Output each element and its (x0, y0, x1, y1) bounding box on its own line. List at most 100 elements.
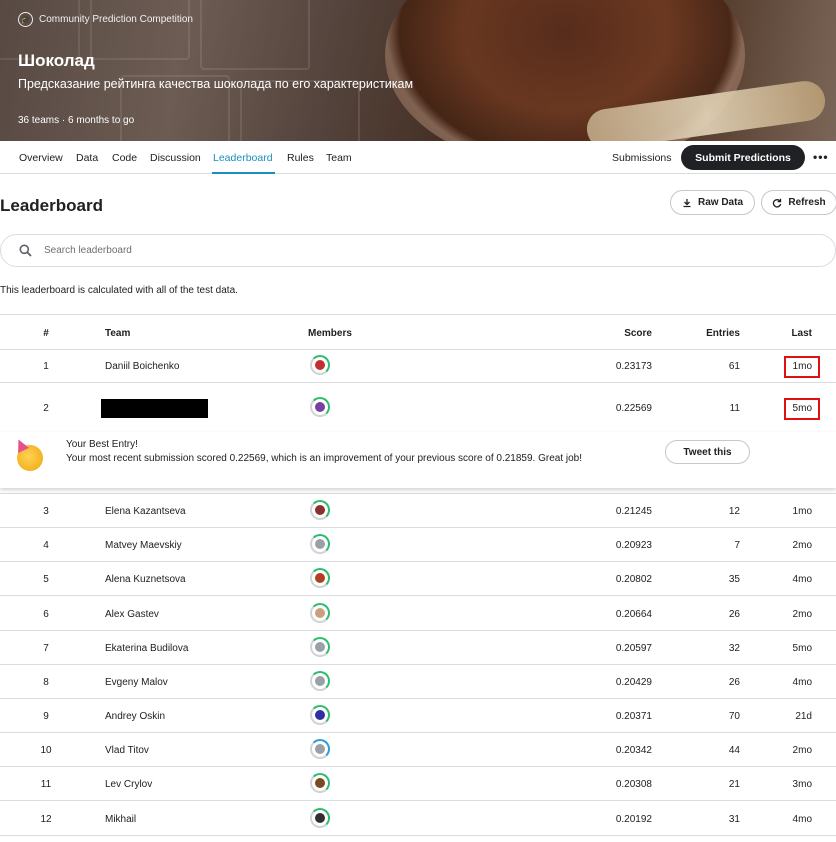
row-team-name[interactable]: Elena Kazantseva (105, 506, 186, 517)
table-row[interactable]: 1 Daniil Boichenko 0.23173 61 1mo (0, 349, 836, 383)
avatar[interactable] (310, 637, 330, 657)
row-team-name[interactable]: Lev Crylov (105, 779, 152, 790)
row-team-name[interactable]: Andrey Oskin (105, 711, 165, 722)
row-entries: 21 (728, 779, 740, 790)
row-rank: 6 (43, 609, 49, 620)
tab-rules[interactable]: Rules (287, 152, 314, 164)
row-score: 0.20342 (615, 745, 652, 756)
table-row[interactable]: 8 Evgeny Malov 0.20429 26 4mo (0, 665, 836, 699)
search-input[interactable] (44, 245, 544, 256)
avatar[interactable] (310, 671, 330, 691)
row-entries: 44 (728, 745, 740, 756)
tab-code[interactable]: Code (112, 152, 137, 164)
redacted-team-name (101, 399, 208, 418)
row-team-name[interactable]: Matvey Maevskiy (105, 540, 182, 551)
column-entries: Entries (706, 328, 740, 339)
row-entries: 11 (729, 403, 740, 414)
refresh-icon (773, 198, 782, 208)
avatar[interactable] (310, 773, 330, 793)
tab-leaderboard[interactable]: Leaderboard (213, 152, 273, 164)
tweet-button[interactable]: Tweet this (665, 440, 750, 464)
row-score: 0.21245 (615, 506, 652, 517)
avatar[interactable] (310, 568, 330, 588)
row-score: 0.20429 (615, 677, 652, 688)
competition-type: 🎓 Community Prediction Competition (18, 12, 193, 27)
table-row[interactable]: 2 0.22569 11 5mo (0, 391, 836, 431)
column-team: Team (105, 328, 131, 339)
table-row[interactable]: 4 Matvey Maevskiy 0.20923 7 2mo (0, 528, 836, 562)
row-team-name[interactable]: Vlad Titov (105, 745, 149, 756)
column-members: Members (308, 328, 352, 339)
row-divider (0, 493, 836, 494)
active-tab-indicator (212, 172, 275, 174)
avatar[interactable] (310, 705, 330, 725)
more-options-button[interactable]: ••• (813, 150, 829, 164)
graduation-cap-icon: 🎓 (18, 12, 33, 27)
avatar[interactable] (310, 808, 330, 828)
competition-type-label: Community Prediction Competition (39, 14, 193, 25)
row-team-name[interactable]: Evgeny Malov (105, 677, 168, 688)
tab-discussion[interactable]: Discussion (150, 152, 201, 164)
avatar[interactable] (310, 739, 330, 759)
row-entries: 32 (728, 643, 740, 654)
avatar[interactable] (310, 534, 330, 554)
row-entries: 61 (728, 361, 740, 372)
row-team-name[interactable]: Alena Kuznetsova (105, 574, 186, 585)
table-row[interactable]: 10 Vlad Titov 0.20342 44 2mo (0, 733, 836, 767)
row-team-name[interactable]: Ekaterina Budilova (105, 643, 188, 654)
row-rank: 1 (43, 361, 49, 372)
leaderboard-table: # Team Members Score Entries Last (0, 314, 836, 350)
leaderboard-title: Leaderboard (0, 196, 103, 215)
raw-data-button[interactable]: Raw Data (670, 190, 755, 215)
submissions-link[interactable]: Submissions (612, 152, 672, 164)
row-rank: 5 (43, 574, 49, 585)
row-team-name[interactable]: Daniil Boichenko (105, 361, 180, 372)
avatar[interactable] (310, 397, 330, 417)
row-score: 0.20597 (615, 643, 652, 654)
row-score: 0.20308 (615, 779, 652, 790)
table-row[interactable]: 3 Elena Kazantseva 0.21245 12 1mo (0, 494, 836, 528)
avatar[interactable] (310, 355, 330, 375)
table-row[interactable]: 5 Alena Kuznetsova 0.20802 35 4mo (0, 562, 836, 596)
tab-overview[interactable]: Overview (19, 152, 63, 164)
refresh-label: Refresh (788, 197, 826, 208)
avatar[interactable] (310, 603, 330, 623)
row-rank: 10 (40, 745, 52, 756)
row-entries: 31 (728, 814, 740, 825)
table-header: # Team Members Score Entries Last (0, 315, 836, 350)
download-icon (683, 198, 691, 207)
best-entry-text: Your most recent submission scored 0.225… (66, 453, 583, 464)
raw-data-label: Raw Data (697, 197, 743, 208)
row-rank: 12 (40, 814, 52, 825)
row-rank: 4 (43, 540, 49, 551)
competition-meta: 36 teams · 6 months to go (18, 115, 135, 126)
table-row[interactable]: 11 Lev Crylov 0.20308 21 3mo (0, 767, 836, 801)
row-entries: 26 (728, 677, 740, 688)
row-team-name[interactable]: Alex Gastev (105, 609, 159, 620)
row-last: 4mo (792, 677, 812, 688)
page-subtitle: Предсказание рейтинга качества шоколада … (18, 77, 414, 91)
row-score: 0.20923 (615, 540, 652, 551)
leaderboard-note: This leaderboard is calculated with all … (0, 285, 238, 296)
party-face-icon (13, 437, 43, 471)
row-entries: 12 (728, 506, 740, 517)
row-rank: 7 (43, 643, 49, 654)
tab-data[interactable]: Data (76, 152, 98, 164)
row-rank: 3 (43, 506, 49, 517)
avatar[interactable] (310, 500, 330, 520)
tab-team[interactable]: Team (326, 152, 352, 164)
row-score: 0.20664 (615, 609, 652, 620)
column-rank: # (43, 328, 49, 339)
refresh-button[interactable]: Refresh (761, 190, 836, 215)
table-row[interactable]: 6 Alex Gastev 0.20664 26 2mo (0, 597, 836, 631)
table-row[interactable]: 7 Ekaterina Budilova 0.20597 32 5mo (0, 631, 836, 665)
row-rank: 8 (43, 677, 49, 688)
row-score: 0.22569 (615, 403, 652, 414)
submit-predictions-button[interactable]: Submit Predictions (681, 145, 805, 170)
table-row[interactable]: 12 Mikhail 0.20192 31 4mo (0, 802, 836, 836)
row-team-name[interactable]: Mikhail (105, 814, 136, 825)
row-last: 3mo (792, 779, 812, 790)
table-row[interactable]: 9 Andrey Oskin 0.20371 70 21d (0, 699, 836, 733)
row-rank: 2 (43, 403, 49, 414)
row-entries: 26 (728, 609, 740, 620)
